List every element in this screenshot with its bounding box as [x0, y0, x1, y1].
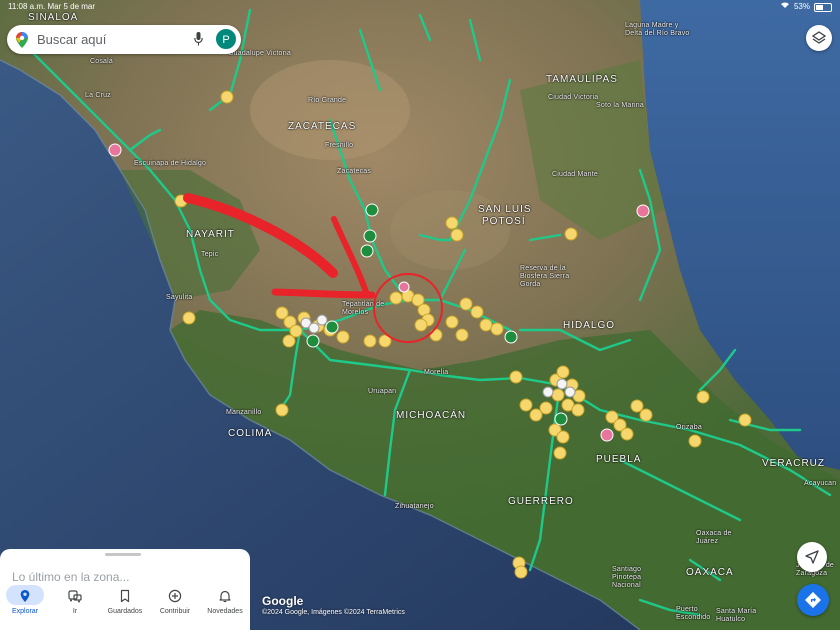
directions-button[interactable] [797, 584, 829, 616]
map-label-colima: COLIMA [228, 428, 273, 439]
map-label-zihuatanejo: Zihuatanejo [395, 503, 434, 510]
map-label-laguna-madre: Laguna Madre y Delta del Río Bravo [625, 22, 690, 37]
map-label-sayulita: Sayulita [166, 294, 193, 301]
nav-contribute[interactable]: Contribuir [150, 585, 200, 630]
map-label-san-luis: SAN LUIS [478, 204, 532, 215]
satellite-map[interactable]: SINALOA Guadalupe Victoria Cosalá La Cru… [0, 0, 840, 630]
status-bar: 11:08 a.m. Mar 5 de mar 53% [0, 0, 840, 14]
status-time: 11:08 a.m. [8, 2, 46, 11]
locate-me-button[interactable] [797, 542, 827, 572]
map-label-la-cruz: La Cruz [85, 92, 111, 99]
map-label-uruapan: Uruapan [368, 388, 397, 395]
map-attribution: ©2024 Google, Imágenes ©2024 TerraMetric… [262, 609, 405, 616]
sheet-drag-handle[interactable] [105, 553, 141, 556]
map-label-zacatecas-city: Zacatecas [337, 168, 372, 175]
map-label-santa-maria: Santa María Huatulco [716, 608, 757, 623]
directions-icon [805, 592, 821, 608]
map-label-soto-la-marina: Soto la Marina [596, 102, 644, 109]
map-label-fresnillo: Fresnillo [325, 142, 354, 149]
layers-icon [812, 31, 826, 44]
map-label-guadalupe-victoria: Guadalupe Victoria [228, 50, 292, 57]
map-label-michoacan: MICHOACÁN [396, 410, 467, 421]
map-label-oaxaca: OAXACA [686, 567, 734, 578]
map-label-oaxaca-juarez: Oaxaca de Juárez [696, 530, 732, 545]
nav-go-label: Ir [72, 608, 78, 615]
nav-contribute-label: Contribuir [159, 608, 191, 615]
map-label-sierra-gorda: Reserva de la Biosfera Sierra Gorda [520, 265, 570, 288]
map-label-santiago-pinotepa: Santiago Pinotepa Nacional [612, 566, 642, 589]
nav-explore[interactable]: Explorar [0, 585, 50, 630]
map-label-guerrero: GUERRERO [508, 496, 574, 507]
map-label-rio-grande: Río Grande [308, 97, 347, 104]
map-label-manzanillo: Manzanillo [226, 409, 262, 416]
map-label-tamaulipas: TAMAULIPAS [546, 74, 618, 85]
nav-saved[interactable]: Guardados [100, 585, 150, 630]
nav-explore-label: Explorar [11, 608, 39, 615]
bookmark-icon [120, 589, 130, 603]
map-label-puebla: PUEBLA [596, 454, 642, 465]
map-label-tepic: Tepic [201, 251, 219, 258]
map-label-tepatitlan: Tepatitlán de Morelos [342, 301, 385, 316]
nav-updates-label: Novedades [207, 608, 243, 615]
battery-percent: 53% [793, 2, 810, 11]
battery-icon [814, 2, 832, 12]
account-avatar[interactable]: P [215, 28, 237, 50]
bottom-navigation: Explorar Ir Guardados Contribuir Novedad… [0, 585, 250, 630]
map-label-hidalgo: HIDALGO [563, 320, 616, 331]
explore-pin-icon [20, 590, 30, 602]
map-label-cosala: Cosalá [90, 58, 113, 65]
mic-icon[interactable] [194, 32, 203, 51]
commute-icon [68, 590, 82, 603]
search-input[interactable]: Buscar aquí [37, 25, 106, 54]
nav-updates[interactable]: Novedades [200, 585, 250, 630]
google-maps-pin-icon [16, 32, 28, 53]
map-label-orizaba: Orizaba [676, 424, 702, 431]
bottom-sheet[interactable]: Lo último en la zona... Explorar Ir Guar… [0, 549, 250, 630]
map-label-puerto-escondido: Puerto Escondido [676, 606, 711, 621]
status-date: Mar 5 de mar [47, 2, 96, 11]
battery-level-fill [816, 4, 823, 10]
wifi-icon [780, 0, 790, 14]
bell-icon [219, 590, 231, 603]
map-label-zacatecas: ZACATECAS [288, 121, 357, 132]
map-label-potosi: POTOSÍ [482, 216, 526, 227]
map-label-morelia: Morelia [424, 369, 449, 376]
map-label-veracruz: VERACRUZ [762, 458, 826, 469]
map-label-nayarit: NAYARIT [186, 229, 235, 240]
sheet-title: Lo último en la zona... [12, 570, 130, 584]
nav-saved-label: Guardados [107, 608, 143, 615]
nav-go[interactable]: Ir [50, 585, 100, 630]
layers-button[interactable] [806, 25, 832, 51]
add-circle-icon [168, 589, 182, 603]
map-label-acayucan: Acayucan [804, 480, 837, 487]
google-logo: Google [262, 594, 304, 608]
map-label-escuinapa: Escuinapa de Hidalgo [134, 160, 207, 167]
navigation-arrow-icon [805, 550, 819, 564]
search-bar[interactable]: Buscar aquí P [7, 25, 241, 54]
map-label-ciudad-mante: Ciudad Mante [552, 171, 598, 178]
map-label-ciudad-victoria: Ciudad Victoria [548, 94, 599, 101]
